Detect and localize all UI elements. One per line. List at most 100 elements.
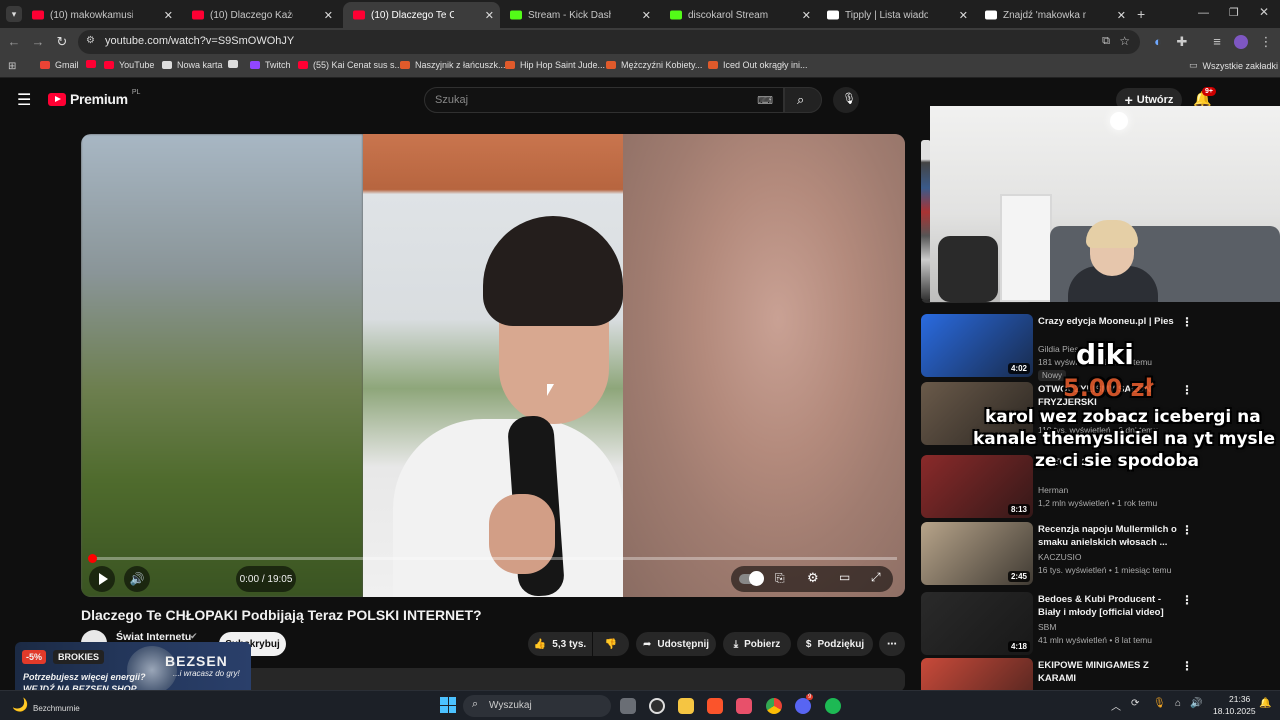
network-icon[interactable]: ⌂ — [1175, 698, 1181, 709]
voice-search-button[interactable]: 🎙 — [833, 87, 859, 113]
spotify-icon[interactable] — [825, 698, 841, 714]
related-video-title[interactable]: EKIPOWE MINIGAMES Z KARAMI — [1038, 659, 1178, 685]
minimize-window-icon[interactable]: — — [1198, 7, 1209, 19]
chrome-menu-icon[interactable]: ⋮ — [1258, 34, 1274, 50]
search-input[interactable]: Szukaj ⌨ — [424, 87, 784, 113]
all-bookmarks-folder[interactable]: ▭ Wszystkie zakładki — [1189, 60, 1278, 71]
more-actions-button[interactable]: ⋯ — [879, 632, 905, 656]
tab-close-icon[interactable]: ✕ — [642, 9, 651, 22]
back-arrow-icon[interactable]: ← — [6, 34, 22, 49]
dislike-button[interactable]: 👎 — [593, 632, 629, 656]
tab-close-icon[interactable]: ✕ — [324, 9, 333, 22]
browser-tab[interactable]: Stream - Kick Dashboard ✕ — [500, 4, 657, 26]
windows-start-icon[interactable] — [440, 697, 456, 713]
task-view-icon[interactable] — [620, 698, 636, 714]
notification-center-icon[interactable]: 🔔 — [1259, 698, 1271, 709]
related-video-channel[interactable]: KACZUSIO — [1038, 552, 1081, 562]
clock-date[interactable]: 18.10.2025 — [1213, 706, 1256, 716]
youtube-premium-logo[interactable]: Premium PL — [48, 89, 140, 107]
extension-icon[interactable]: ◐ — [1150, 34, 1166, 49]
file-explorer-icon[interactable] — [678, 698, 694, 714]
chrome-icon[interactable] — [766, 698, 782, 714]
progress-bar[interactable] — [88, 554, 897, 563]
bookmark-star-icon[interactable]: ☆ — [1119, 34, 1130, 48]
bookmark-item[interactable] — [228, 60, 243, 68]
browser-tab[interactable]: (10) makowkamusic funny mom ✕ — [22, 4, 179, 26]
related-video-thumbnail[interactable]: 2:45 — [921, 522, 1033, 585]
tray-app-icon[interactable]: ⟳ — [1131, 698, 1139, 709]
theater-mode-icon[interactable]: ▭ — [839, 570, 850, 584]
address-url[interactable]: youtube.com/watch?v=S9SmOWOhJY — [105, 35, 294, 47]
tab-close-icon[interactable]: ✕ — [164, 9, 173, 22]
reading-list-icon[interactable]: ≡ — [1209, 34, 1225, 49]
address-bar[interactable]: ⚙ youtube.com/watch?v=S9SmOWOhJY ⧉ ☆ — [78, 30, 1140, 54]
volume-tray-icon[interactable]: 🔊 — [1190, 698, 1202, 709]
apps-grid-icon[interactable]: ⊞ — [8, 61, 16, 72]
related-video-thumbnail[interactable]: 8:13 — [921, 455, 1033, 518]
related-video-channel[interactable]: SBM — [1038, 622, 1056, 632]
progress-scrubber[interactable] — [88, 554, 97, 563]
related-video-menu-icon[interactable]: ⋮ — [1181, 523, 1193, 537]
site-info-icon[interactable]: ⚙ — [86, 35, 95, 46]
bookmark-item[interactable]: Twitch — [250, 60, 291, 70]
bookmark-item[interactable]: Nowa karta — [162, 60, 223, 70]
related-video-channel[interactable]: Gildia Pies — [1038, 344, 1079, 354]
app-icon[interactable] — [736, 698, 752, 714]
thanks-button[interactable]: $ Podziękuj — [797, 632, 873, 656]
related-video-menu-icon[interactable]: ⋮ — [1181, 659, 1193, 673]
browser-tab[interactable]: Tipply | Lista wiadomości ✕ — [817, 4, 974, 26]
like-button[interactable]: 👍 5,3 tys. — [528, 632, 592, 656]
clock-time[interactable]: 21:36 — [1229, 694, 1250, 704]
related-video-menu-icon[interactable]: ⋮ — [1181, 315, 1193, 329]
profile-avatar[interactable] — [1234, 35, 1248, 49]
bookmark-item[interactable]: (55) Kai Cenat sus s... — [298, 60, 402, 70]
tab-close-icon[interactable]: ✕ — [1117, 9, 1126, 22]
microphone-tray-icon[interactable]: 🎙 — [1153, 698, 1166, 709]
install-app-icon[interactable]: ⧉ — [1102, 35, 1110, 48]
tab-close-icon[interactable]: ✕ — [959, 9, 968, 22]
play-button[interactable] — [89, 566, 115, 592]
fullscreen-icon[interactable]: ⤢ — [871, 570, 881, 585]
related-video-title[interactable]: Crazy edycja Mooneu.pl | Pies — [1038, 315, 1178, 328]
browser-tab[interactable]: discokarol Stream - Watch Live ✕ — [660, 4, 817, 26]
forward-arrow-icon[interactable]: → — [30, 34, 46, 49]
obs-app-icon[interactable] — [649, 698, 665, 714]
related-video-menu-icon[interactable]: ⋮ — [1181, 383, 1193, 397]
related-video-thumbnail[interactable]: 4:18 — [921, 592, 1033, 655]
related-video-title[interactable]: Bedoes & Kubi Producent - Biały i młody … — [1038, 593, 1178, 619]
related-video-menu-icon[interactable]: ⋮ — [1181, 593, 1193, 607]
bookmark-item[interactable]: Mężczyźni Kobiety... — [606, 60, 702, 70]
browser-tab[interactable]: (10) Dlaczego Każdy Teraz Mów ✕ — [182, 4, 339, 26]
search-button[interactable]: ⌕ — [784, 87, 822, 113]
bookmark-item[interactable]: Iced Out okrągły ini... — [708, 60, 808, 70]
subtitles-icon[interactable]: ⎘ — [775, 571, 785, 586]
restore-window-icon[interactable]: ❐ — [1229, 6, 1239, 19]
related-video-thumbnail[interactable] — [921, 658, 1033, 690]
tab-close-icon[interactable]: ✕ — [802, 9, 811, 22]
tab-close-icon[interactable]: ✕ — [485, 9, 494, 22]
related-video-item[interactable]: 2:45 Recenzja napoju Mullermilch o smaku … — [921, 522, 1261, 588]
brave-browser-icon[interactable] — [707, 698, 723, 714]
tray-chevron-icon[interactable]: ︿ — [1111, 698, 1121, 713]
bookmark-item[interactable]: YouTube — [104, 60, 154, 70]
weather-icon[interactable]: 🌙 — [12, 697, 28, 713]
extensions-puzzle-icon[interactable]: ✚ — [1174, 34, 1190, 50]
related-video-thumbnail[interactable]: 4:02 — [921, 314, 1033, 377]
taskbar-search-input[interactable]: ⌕ Wyszukaj — [463, 695, 611, 717]
close-window-icon[interactable]: ✕ — [1259, 5, 1269, 19]
new-tab-button[interactable]: + — [1137, 6, 1145, 22]
bookmark-item[interactable]: Gmail — [40, 60, 79, 70]
browser-tab[interactable]: Znajdź 'makowka music najlep ✕ — [975, 4, 1132, 26]
volume-button[interactable]: 🔊 — [124, 566, 150, 592]
weather-label[interactable]: Bezchmurnie — [33, 704, 80, 713]
related-video-title[interactable]: Recenzja napoju Mullermilch o smaku anie… — [1038, 523, 1178, 549]
share-button[interactable]: ➦ Udostępnij — [636, 632, 716, 656]
reload-icon[interactable]: ↻ — [54, 34, 70, 50]
download-button[interactable]: ⤓ Pobierz — [723, 632, 791, 656]
related-video-channel[interactable]: Herman — [1038, 485, 1068, 495]
related-video-item[interactable]: EKIPOWE MINIGAMES Z KARAMI ⋮ — [921, 658, 1261, 690]
browser-tab[interactable]: (10) Dlaczego Te CHŁOPAKI Po ✕ — [343, 2, 500, 28]
video-player[interactable]: 🔊 0:00 / 19:05 ⎘ ⚙ ▭ ⤢ — [81, 134, 905, 597]
keyboard-icon[interactable]: ⌨ — [757, 94, 773, 107]
related-video-item[interactable]: 4:18 Bedoes & Kubi Producent - Biały i mł… — [921, 592, 1261, 658]
